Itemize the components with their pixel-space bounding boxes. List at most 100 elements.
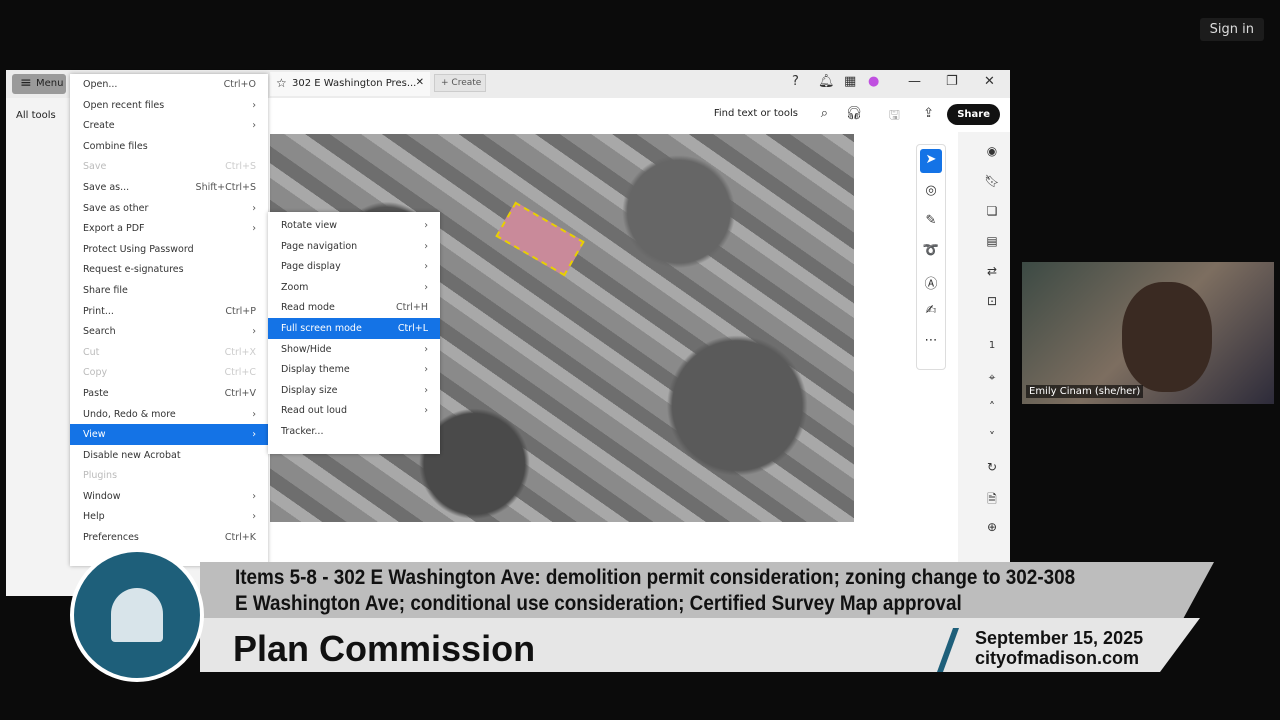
pages-icon[interactable]: ❏	[980, 204, 1004, 234]
menu-item-label: Window	[83, 490, 121, 502]
sign-in-button[interactable]: Sign in	[1199, 18, 1264, 41]
bell-icon[interactable]: 🔔︎	[818, 74, 835, 89]
menu-item-share-file[interactable]: Share file	[70, 280, 268, 301]
location-icon[interactable]: ⌖	[980, 370, 1004, 400]
headphones-icon[interactable]: 🎧︎	[845, 106, 862, 121]
menu-item-label: Zoom	[281, 281, 309, 293]
page-number[interactable]: 1	[980, 340, 1004, 370]
file-icon[interactable]: 🗎	[980, 490, 1004, 520]
menu-item-shortcut: ›	[424, 220, 428, 231]
menu-item-display-theme[interactable]: Display theme ›	[268, 359, 440, 380]
create-tab-button[interactable]: + Create	[434, 74, 486, 92]
menu-item-full-screen-mode[interactable]: Full screen mode Ctrl+L	[268, 317, 440, 339]
menu-item-open[interactable]: Open... Ctrl+O	[70, 74, 268, 95]
maximize-icon[interactable]: ❐	[946, 74, 958, 89]
menu-item-label: Display size	[281, 384, 338, 396]
close-window-icon[interactable]: ✕	[984, 74, 995, 89]
share-button[interactable]: Share	[947, 104, 1000, 125]
menu-item-shortcut: ›	[424, 261, 428, 273]
menu-item-label: View	[83, 429, 106, 441]
page-up-icon[interactable]: ˄	[980, 400, 1004, 430]
star-icon[interactable]: ☆	[276, 76, 287, 90]
menu-item-create[interactable]: Create ›	[70, 115, 268, 136]
menu-item-label: Cut	[83, 346, 100, 358]
menu-item-request-e-signatures[interactable]: Request e-signatures	[70, 259, 268, 280]
menu-item-label: Disable new Acrobat	[83, 449, 181, 461]
sign-icon[interactable]: ✍	[917, 297, 945, 327]
help-icon[interactable]: ?	[792, 74, 799, 89]
menu-item-copy[interactable]: Copy Ctrl+C	[70, 362, 268, 383]
all-tools-tab[interactable]: All tools	[16, 110, 56, 121]
menu-item-label: Page display	[281, 261, 341, 273]
menu-item-cut[interactable]: Cut Ctrl+X	[70, 342, 268, 363]
compare-icon[interactable]: ⇄	[980, 264, 1004, 294]
select-cursor-icon[interactable]: ➤	[920, 149, 942, 173]
menu-item-shortcut: ›	[252, 429, 256, 441]
refresh-icon[interactable]: ↻	[980, 460, 1004, 490]
ai-icon[interactable]: ◉	[980, 144, 1004, 174]
menu-item-read-mode[interactable]: Read mode Ctrl+H	[268, 297, 440, 318]
comment-icon[interactable]: ◎	[917, 177, 945, 207]
right-sidebar: ◉ 🔖︎ ❏ ▤ ⇄ ⊡ 1 ⌖ ˄ ˅ ↻ 🗎 ⊕	[980, 144, 1004, 550]
text-box-icon[interactable]: Ⓐ	[917, 267, 945, 297]
menu-item-protect-using-password[interactable]: Protect Using Password	[70, 239, 268, 260]
date-block: September 15, 2025 cityofmadison.com	[975, 628, 1143, 668]
menu-item-help[interactable]: Help ›	[70, 506, 268, 527]
zoom-in-icon[interactable]: ⊕	[980, 520, 1004, 550]
more-icon[interactable]: ⋯	[917, 327, 945, 357]
menu-item-undo-redo-more[interactable]: Undo, Redo & more ›	[70, 404, 268, 425]
tab-title: 302 E Washington Pres...	[292, 78, 417, 89]
document-tab[interactable]: ☆ 302 E Washington Pres... ✕	[270, 72, 430, 96]
menu-item-shortcut: Ctrl+V	[224, 387, 256, 399]
menu-button[interactable]: Menu	[12, 74, 66, 94]
menu-item-disable-new-acrobat[interactable]: Disable new Acrobat	[70, 445, 268, 466]
document-icon[interactable]: ▤	[980, 234, 1004, 264]
menu-item-shortcut: ›	[424, 281, 428, 293]
menu-item-save[interactable]: Save Ctrl+S	[70, 156, 268, 177]
menu-item-shortcut: Shift+Ctrl+S	[195, 181, 256, 193]
menu-item-view[interactable]: View ›	[70, 424, 268, 445]
protect-icon[interactable]: ⊡	[980, 294, 1004, 324]
menu-item-paste[interactable]: Paste Ctrl+V	[70, 383, 268, 404]
menu-item-label: Rotate view	[281, 220, 337, 231]
menu-item-label: Open recent files	[83, 99, 165, 111]
menu-item-zoom[interactable]: Zoom ›	[268, 277, 440, 298]
menu-item-search[interactable]: Search ›	[70, 321, 268, 342]
menu-item-display-size[interactable]: Display size ›	[268, 380, 440, 401]
menu-item-page-display[interactable]: Page display ›	[268, 256, 440, 277]
menu-item-rotate-view[interactable]: Rotate view ›	[268, 215, 440, 236]
menu-item-preferences[interactable]: Preferences Ctrl+K	[70, 527, 268, 548]
menu-item-show-hide[interactable]: Show/Hide ›	[268, 339, 440, 360]
menu-item-tracker[interactable]: Tracker...	[268, 421, 440, 442]
find-text-or-tools[interactable]: Find text or tools	[714, 108, 798, 119]
main-menu: Open... Ctrl+O Open recent files › Create › Co…	[70, 74, 268, 566]
pen-icon[interactable]: ✎	[917, 207, 945, 237]
menu-item-combine-files[interactable]: Combine files	[70, 136, 268, 157]
upload-cloud-icon[interactable]: ⇪	[923, 106, 934, 121]
menu-item-read-out-loud[interactable]: Read out loud ›	[268, 400, 440, 421]
menu-item-save-as-other[interactable]: Save as other ›	[70, 198, 268, 219]
menu-item-label: Full screen mode	[281, 322, 362, 334]
website: cityofmadison.com	[975, 648, 1140, 668]
menu-item-label: Print...	[83, 305, 114, 317]
menu-item-window[interactable]: Window ›	[70, 486, 268, 507]
page-down-icon[interactable]: ˅	[980, 430, 1004, 460]
menu-item-label: Search	[83, 326, 116, 338]
save-icon[interactable]: 🖫	[889, 106, 900, 128]
menu-item-print[interactable]: Print... Ctrl+P	[70, 301, 268, 322]
menu-item-shortcut: ›	[252, 511, 256, 523]
ai-assistant-icon[interactable]: ●	[868, 74, 879, 89]
menu-item-shortcut: ›	[424, 240, 428, 252]
minimize-icon[interactable]: —	[908, 74, 921, 89]
apps-icon[interactable]: ▦	[844, 74, 856, 89]
lasso-icon[interactable]: ➰	[917, 237, 945, 267]
menu-item-open-recent-files[interactable]: Open recent files ›	[70, 95, 268, 116]
close-tab-icon[interactable]: ✕	[416, 77, 424, 88]
menu-item-page-navigation[interactable]: Page navigation ›	[268, 236, 440, 257]
menu-item-export-a-pdf[interactable]: Export a PDF ›	[70, 218, 268, 239]
menu-item-plugins[interactable]: Plugins	[70, 465, 268, 486]
search-icon[interactable]: ⌕	[821, 106, 828, 121]
menu-item-shortcut: ›	[252, 99, 256, 111]
menu-item-save-as[interactable]: Save as... Shift+Ctrl+S	[70, 177, 268, 198]
bookmark-icon[interactable]: 🔖︎	[980, 174, 1004, 204]
